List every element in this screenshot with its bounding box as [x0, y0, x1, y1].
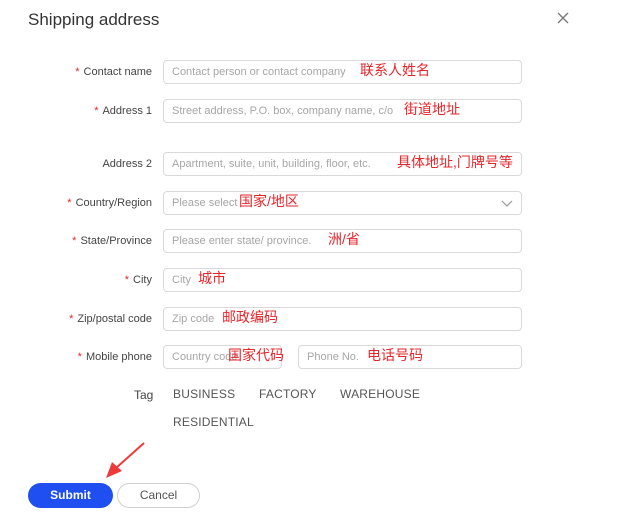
required-marker: *: [124, 274, 130, 286]
city-label: * City: [125, 268, 152, 292]
address2-row: Address 2 Apartment, suite, unit, buildi…: [0, 152, 620, 176]
required-marker: *: [67, 197, 72, 209]
mobile-row: * Mobile phone Country code 国家代码 Phone No…: [0, 345, 620, 369]
state-annotation: 洲/省: [328, 231, 360, 247]
phone-number-placeholder: Phone No.: [307, 351, 359, 363]
zip-label: * Zip/postal code: [69, 307, 152, 331]
mobile-label: * Mobile phone: [78, 345, 152, 369]
country-placeholder: Please select: [172, 197, 238, 209]
city-input[interactable]: City 城市: [163, 268, 522, 292]
state-row: * State/Province Please enter state/ prov…: [0, 229, 620, 253]
tag-residential[interactable]: RESIDENTIAL: [173, 415, 254, 429]
contact-name-label: * Contact name: [75, 60, 152, 84]
zip-input[interactable]: Zip code 邮政编码: [163, 307, 522, 331]
zip-row: * Zip/postal code Zip code 邮政编码: [0, 307, 620, 331]
submit-button[interactable]: Submit: [28, 483, 113, 508]
state-input[interactable]: Please enter state/ province. 洲/省: [163, 229, 522, 253]
state-placeholder: Please enter state/ province.: [172, 235, 312, 247]
close-icon: [557, 12, 569, 24]
contact-name-row: * Contact name Contact person or contact …: [0, 60, 620, 84]
annotation-arrow-icon: [106, 442, 145, 478]
phone-number-annotation: 电话号码: [367, 347, 423, 363]
address2-input[interactable]: Apartment, suite, unit, building, floor,…: [163, 152, 522, 176]
close-button[interactable]: [555, 10, 571, 26]
zip-annotation: 邮政编码: [222, 309, 278, 325]
country-row: * Country/Region Please select 国家/地区: [0, 191, 620, 215]
address1-annotation: 街道地址: [404, 101, 460, 117]
tag-business[interactable]: BUSINESS: [173, 387, 235, 401]
label-text: State/Province: [80, 235, 152, 247]
address1-placeholder: Street address, P.O. box, company name, …: [172, 105, 394, 117]
country-select[interactable]: Please select 国家/地区: [163, 191, 522, 215]
phone-number-input[interactable]: Phone No. 电话号码: [298, 345, 522, 369]
required-marker: *: [75, 66, 80, 78]
chevron-down-icon: [501, 198, 513, 208]
required-marker: *: [69, 313, 74, 325]
address2-label: Address 2: [102, 158, 152, 170]
label-text: Mobile phone: [85, 351, 152, 363]
city-row: * City City 城市: [0, 268, 620, 292]
state-label: * State/Province: [72, 229, 152, 253]
address2-annotation: 具体地址,门牌号等: [397, 154, 513, 170]
country-annotation: 国家/地区: [239, 193, 299, 209]
cancel-button[interactable]: Cancel: [117, 483, 200, 508]
contact-name-annotation: 联系人姓名: [360, 62, 430, 78]
tag-warehouse[interactable]: WAREHOUSE: [340, 387, 420, 401]
tag-factory[interactable]: FACTORY: [259, 387, 317, 401]
address1-row: * Address 1 Street address, P.O. box, com…: [0, 99, 620, 123]
label-text: City: [133, 274, 152, 286]
label-text: Address 1: [102, 105, 152, 117]
required-marker: *: [94, 105, 99, 117]
label-text: Zip/postal code: [77, 313, 152, 325]
dialog-title: Shipping address: [28, 10, 160, 29]
country-code-placeholder: Country code: [172, 351, 238, 363]
address1-input[interactable]: Street address, P.O. box, company name, …: [163, 99, 522, 123]
tag-label: Tag: [134, 388, 154, 402]
country-code-input[interactable]: Country code 国家代码: [163, 345, 284, 369]
label-text: Contact name: [83, 66, 152, 78]
address1-label: * Address 1: [94, 99, 152, 123]
contact-name-input[interactable]: Contact person or contact company 联系人姓名: [163, 60, 522, 84]
label-text: Country/Region: [75, 197, 152, 209]
required-marker: *: [72, 235, 77, 247]
zip-placeholder: Zip code: [172, 313, 215, 325]
address2-placeholder: Apartment, suite, unit, building, floor,…: [172, 158, 371, 170]
required-marker: *: [77, 351, 82, 363]
country-label: * Country/Region: [67, 191, 152, 215]
contact-name-placeholder: Contact person or contact company: [172, 66, 346, 78]
city-placeholder: City: [172, 274, 191, 286]
city-annotation: 城市: [198, 270, 226, 286]
